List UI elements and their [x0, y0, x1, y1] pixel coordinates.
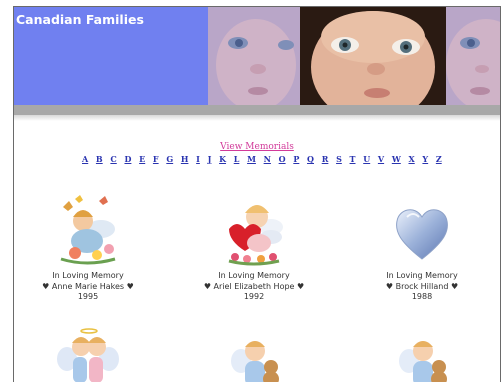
letter-d-link[interactable]: D — [124, 154, 131, 164]
memorial-name: ♥ Anne Marie Hakes ♥ — [42, 281, 134, 291]
letter-v-link[interactable]: V — [378, 154, 384, 164]
letter-q-link[interactable]: Q — [307, 154, 314, 164]
angel-with-butterflies-icon — [60, 195, 116, 265]
letter-i-link[interactable]: I — [196, 154, 200, 164]
site-title: Canadian Families — [16, 12, 144, 27]
letter-l-link[interactable]: L — [234, 154, 240, 164]
letter-m-link[interactable]: M — [247, 154, 256, 164]
header-divider — [14, 105, 500, 115]
angel-with-teddy-icon — [231, 341, 279, 382]
letter-y-link[interactable]: Y — [422, 154, 428, 164]
letter-k-link[interactable]: K — [219, 154, 226, 164]
baby-photo-center — [300, 7, 446, 105]
letter-p-link[interactable]: P — [293, 154, 299, 164]
memorial-card[interactable] — [14, 325, 168, 382]
angel-with-heart-icon — [228, 205, 283, 266]
memorial-heading: In Loving Memory — [218, 271, 290, 280]
memorial-name: ♥ Ariel Elizabeth Hope ♥ — [203, 281, 305, 291]
alphabet-index: A B C D E F G H I J K L M N O P Q R S T … — [82, 154, 442, 164]
letter-o-link[interactable]: O — [279, 154, 286, 164]
angel-with-teddy-icon — [399, 341, 447, 382]
letter-t-link[interactable]: T — [350, 154, 356, 164]
baby-photo-left — [208, 7, 300, 105]
memorial-card[interactable] — [342, 337, 500, 382]
twin-angels-icon — [57, 328, 119, 382]
header-banner: Canadian Families — [14, 7, 500, 105]
memorial-heading: In Loving Memory — [52, 271, 124, 280]
letter-s-link[interactable]: S — [336, 154, 342, 164]
heart-icon — [396, 209, 448, 260]
letter-x-link[interactable]: X — [409, 154, 415, 164]
letter-u-link[interactable]: U — [363, 154, 370, 164]
letter-b-link[interactable]: B — [96, 154, 103, 164]
baby-photo-right — [446, 7, 500, 105]
letter-f-link[interactable]: F — [153, 154, 159, 164]
divider-shadow — [14, 115, 500, 121]
memorial-year: 1995 — [77, 292, 99, 301]
letter-g-link[interactable]: G — [166, 154, 173, 164]
letter-w-link[interactable]: W — [392, 154, 401, 164]
letter-c-link[interactable]: C — [110, 154, 116, 164]
letter-a-link[interactable]: A — [82, 154, 88, 164]
view-memorials-link[interactable]: View Memorials — [14, 142, 500, 152]
memorial-year: 1992 — [243, 292, 265, 301]
memorial-year: 1988 — [411, 292, 433, 301]
letter-z-link[interactable]: Z — [436, 154, 442, 164]
letter-n-link[interactable]: N — [264, 154, 271, 164]
memorial-card[interactable]: In Loving Memory ♥ Anne Marie Hakes ♥ 19… — [14, 193, 168, 303]
letter-j-link[interactable]: J — [208, 154, 212, 164]
memorial-heading: In Loving Memory — [386, 271, 458, 280]
memorial-card[interactable] — [174, 337, 334, 382]
letter-r-link[interactable]: R — [322, 154, 329, 164]
letter-h-link[interactable]: H — [181, 154, 189, 164]
letter-e-link[interactable]: E — [139, 154, 145, 164]
memorial-name: ♥ Brock Hilland ♥ — [385, 281, 459, 291]
memorial-card[interactable]: In Loving Memory ♥ Brock Hilland ♥ 1988 — [342, 193, 500, 303]
page-frame: Canadian Families View Memorials A B C D… — [13, 6, 501, 382]
memorial-card[interactable]: In Loving Memory ♥ Ariel Elizabeth Hope … — [174, 193, 334, 303]
